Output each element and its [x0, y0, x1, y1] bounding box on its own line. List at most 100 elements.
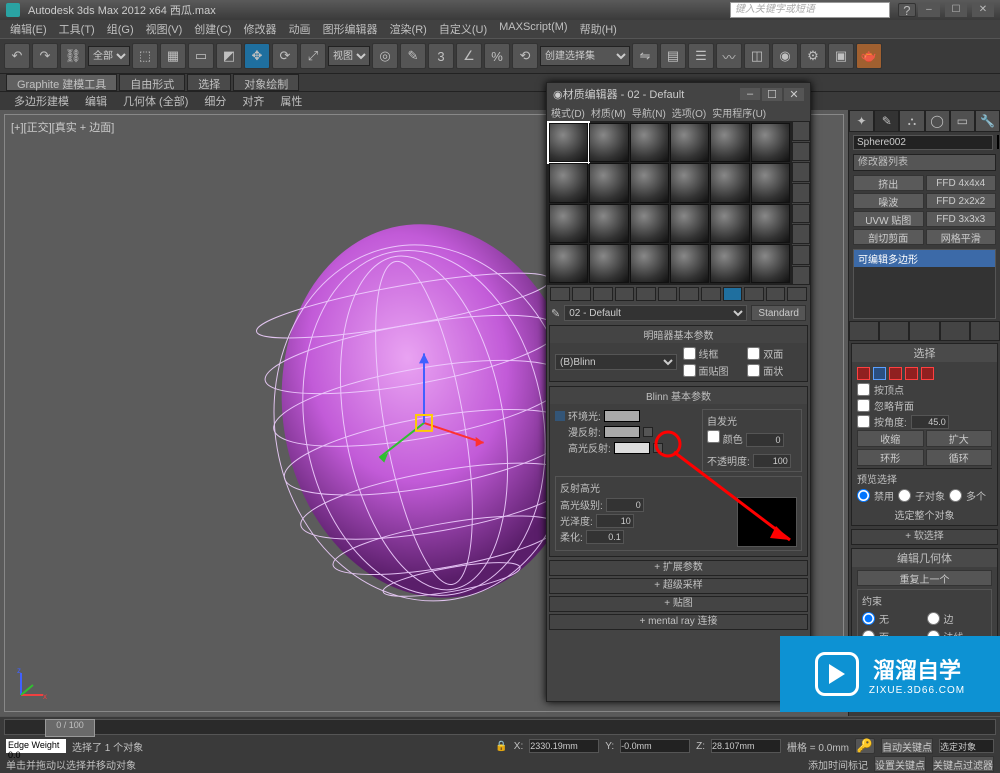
sample-slot[interactable]	[549, 204, 588, 243]
link-button[interactable]: ⛓	[60, 43, 86, 69]
put-to-lib-icon[interactable]	[679, 287, 699, 301]
soften-spinner[interactable]	[586, 530, 624, 544]
coord-z[interactable]	[711, 739, 781, 753]
so-border[interactable]	[889, 367, 902, 380]
me-menu-mode[interactable]: 模式(D)	[551, 105, 585, 121]
get-material-icon[interactable]	[550, 287, 570, 301]
sample-slot[interactable]	[670, 244, 709, 283]
show-end-icon[interactable]	[879, 321, 909, 341]
sample-slot[interactable]	[630, 244, 669, 283]
sample-slot[interactable]	[751, 123, 790, 162]
motion-tab[interactable]: ◯	[925, 110, 950, 132]
remove-mod-icon[interactable]	[940, 321, 970, 341]
sample-slot[interactable]	[710, 163, 749, 202]
lock-icon[interactable]: 🔒	[495, 741, 507, 752]
modify-tab[interactable]: ✎	[874, 110, 899, 132]
rollout-selection-title[interactable]: 选择	[852, 344, 997, 362]
sample-slot[interactable]	[549, 163, 588, 202]
menu-create[interactable]: 创建(C)	[188, 20, 237, 38]
unique-icon[interactable]	[909, 321, 939, 341]
coord-y[interactable]	[620, 739, 690, 753]
align-button[interactable]: ▤	[660, 43, 686, 69]
sample-type-icon[interactable]	[792, 121, 810, 141]
menu-graph[interactable]: 图形编辑器	[317, 20, 384, 38]
config-icon[interactable]	[970, 321, 1000, 341]
window-cross-button[interactable]: ◩	[216, 43, 242, 69]
sample-slot[interactable]	[549, 123, 588, 162]
angle-snap-button[interactable]: ∠	[456, 43, 482, 69]
by-vertex-check[interactable]: 按顶点	[857, 382, 992, 397]
sample-slot[interactable]	[751, 244, 790, 283]
btn-uvw[interactable]: UVW 贴图	[853, 211, 924, 227]
menu-modifiers[interactable]: 修改器	[238, 20, 283, 38]
hierarchy-tab[interactable]: ⛬	[899, 110, 924, 132]
meditor-max[interactable]: ☐	[762, 88, 782, 101]
sample-slot[interactable]	[670, 123, 709, 162]
sample-slot[interactable]	[630, 204, 669, 243]
sample-slot[interactable]	[589, 163, 628, 202]
rollout-supersample[interactable]: 超级采样	[549, 578, 808, 594]
schematic-button[interactable]: ◫	[744, 43, 770, 69]
sample-slot[interactable]	[751, 204, 790, 243]
menu-animation[interactable]: 动画	[283, 20, 317, 38]
faceted-check[interactable]: 面状	[747, 363, 802, 378]
background-icon[interactable]	[792, 162, 810, 182]
menu-maxscript[interactable]: MAXScript(M)	[493, 20, 573, 38]
stack-item-epoly[interactable]: 可编辑多边形	[854, 250, 995, 267]
sample-slot[interactable]	[589, 204, 628, 243]
select-button[interactable]: ⬚	[132, 43, 158, 69]
so-poly[interactable]	[905, 367, 918, 380]
redo-button[interactable]: ↷	[32, 43, 58, 69]
curve-editor-button[interactable]: 〰	[716, 43, 742, 69]
ignore-backface-check[interactable]: 忽略背面	[857, 398, 992, 413]
btn-ffd3[interactable]: FFD 3x3x3	[926, 211, 997, 227]
percent-snap-button[interactable]: %	[484, 43, 510, 69]
named-sel-set[interactable]: 创建选择集	[540, 46, 630, 66]
add-time-tag[interactable]: 添加时间标记	[808, 757, 868, 772]
twosided-check[interactable]: 双面	[747, 346, 802, 361]
sel-set-field[interactable]	[939, 739, 994, 753]
meditor-min[interactable]: –	[740, 88, 760, 100]
sample-slot[interactable]	[670, 163, 709, 202]
subtab-edit[interactable]: 编辑	[77, 92, 115, 110]
ring-button[interactable]: 环形	[857, 449, 924, 466]
menu-customize[interactable]: 自定义(U)	[433, 20, 493, 38]
constr-edge[interactable]: 边	[927, 611, 988, 626]
menu-render[interactable]: 渲染(R)	[384, 20, 433, 38]
selfillum-spinner[interactable]	[746, 433, 784, 447]
preview-icon[interactable]	[792, 224, 810, 244]
undo-button[interactable]: ↶	[4, 43, 30, 69]
show-end-result-icon[interactable]	[744, 287, 764, 301]
layers-button[interactable]: ☰	[688, 43, 714, 69]
by-angle-check[interactable]: 按角度:	[857, 414, 992, 429]
rotate-button[interactable]: ⟳	[272, 43, 298, 69]
make-unique-icon[interactable]	[658, 287, 678, 301]
me-menu-mat[interactable]: 材质(M)	[591, 105, 626, 121]
backlight-icon[interactable]	[792, 142, 810, 162]
ref-coord-dropdown[interactable]: 视图	[328, 46, 370, 66]
menu-group[interactable]: 组(G)	[101, 20, 140, 38]
select-name-button[interactable]: ▦	[160, 43, 186, 69]
btn-mesh[interactable]: 网格平滑	[926, 229, 997, 245]
rect-select-button[interactable]: ▭	[188, 43, 214, 69]
facemap-check[interactable]: 面贴图	[683, 363, 738, 378]
pivot-button[interactable]: ◎	[372, 43, 398, 69]
so-vertex[interactable]	[857, 367, 870, 380]
me-menu-util[interactable]: 实用程序(U)	[712, 105, 766, 121]
rollout-extended[interactable]: 扩展参数	[549, 560, 808, 576]
menu-help[interactable]: 帮助(H)	[574, 20, 623, 38]
menu-tools[interactable]: 工具(T)	[53, 20, 101, 38]
autokey-button[interactable]: 自动关键点	[881, 738, 933, 754]
show-in-vp-icon[interactable]	[723, 287, 743, 301]
shader-rollout-title[interactable]: 明暗器基本参数	[550, 326, 807, 343]
modifier-stack[interactable]: 可编辑多边形	[853, 249, 996, 319]
subtab-props[interactable]: 属性	[272, 92, 310, 110]
select-by-mat-icon[interactable]	[792, 266, 810, 286]
angle-spinner[interactable]	[911, 415, 949, 429]
sample-slot[interactable]	[589, 244, 628, 283]
constr-none[interactable]: 无	[862, 611, 923, 626]
rollout-maps[interactable]: 贴图	[549, 596, 808, 612]
so-edge[interactable]	[873, 367, 886, 380]
make-copy-icon[interactable]	[636, 287, 656, 301]
time-slider[interactable]: 0 / 100	[4, 719, 996, 735]
